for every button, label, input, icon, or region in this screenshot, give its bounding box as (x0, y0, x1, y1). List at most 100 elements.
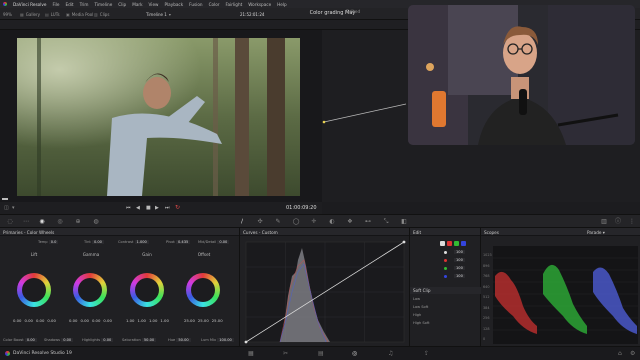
param-mid-detail-value[interactable]: 0.00 (217, 240, 230, 244)
param-contrast-value[interactable]: 1.000 (134, 240, 149, 244)
info-icon[interactable]: ⓘ (614, 218, 622, 226)
deliver-page-icon[interactable]: ⇪ (424, 350, 429, 357)
timeline-selector[interactable]: Timeline 1 ▾ (146, 10, 171, 18)
tracker-icon[interactable]: ✛ (310, 218, 318, 226)
skip-end-icon[interactable]: ⏭ (165, 205, 170, 211)
play-reverse-icon[interactable]: ◀ (136, 205, 140, 211)
param-hue[interactable]: Hue 50.00 (168, 338, 191, 342)
gain-b[interactable]: 1.00 (160, 318, 168, 323)
curve-point-low[interactable] (244, 340, 248, 344)
param-shadows[interactable]: Shadows 0.00 (44, 338, 74, 342)
tab-clips[interactable]: ▥ Clips (94, 10, 109, 18)
edit-row-g[interactable]: 100 (454, 266, 465, 270)
cut-page-icon[interactable]: ✂ (283, 350, 288, 357)
param-highlights[interactable]: Highlights 0.00 (82, 338, 114, 342)
edit-b-value[interactable]: 100 (454, 274, 465, 278)
gain-g[interactable]: 1.00 (149, 318, 157, 323)
offset-wheel[interactable] (186, 273, 220, 307)
lift-values[interactable]: 0.00 0.00 0.00 0.00 (13, 318, 56, 323)
gamma-y[interactable]: 0.00 (69, 318, 77, 323)
menu-timeline[interactable]: Timeline (94, 2, 112, 7)
hue-value[interactable]: 50.00 (176, 338, 191, 342)
color-warper-icon[interactable]: ✣ (256, 218, 264, 226)
hdr-tool-icon[interactable]: ◎ (56, 218, 64, 226)
window-tool-icon[interactable]: ◯ (292, 218, 300, 226)
param-color-boost[interactable]: Color Boost 0.00 (3, 338, 37, 342)
motion-effects-icon[interactable]: ◍ (92, 218, 100, 226)
param-temp[interactable]: Temp 0.0 (38, 240, 59, 244)
highlights-value[interactable]: 0.00 (101, 338, 114, 342)
menu-color[interactable]: Color (209, 2, 220, 7)
tab-luts[interactable]: ▤ LUTs (45, 10, 60, 18)
menu-view[interactable]: View (149, 2, 159, 7)
edit-y-toggle[interactable] (440, 241, 445, 246)
edit-row-r[interactable]: 100 (454, 258, 465, 262)
menu-clip[interactable]: Clip (118, 2, 126, 7)
color-boost-value[interactable]: 0.00 (24, 338, 37, 342)
soft-clip-high-soft[interactable]: High Soft (413, 321, 430, 325)
param-pivot[interactable]: Pivot 0.435 (166, 240, 191, 244)
node-input-dot[interactable] (322, 120, 326, 124)
skip-start-icon[interactable]: ⏮ (126, 205, 131, 211)
primaries-tool-icon[interactable]: ◉ (38, 218, 46, 226)
saturation-value[interactable]: 50.00 (141, 338, 157, 342)
param-lum-mix[interactable]: Lum Mix 100.00 (201, 338, 234, 342)
edit-g-value[interactable]: 100 (454, 266, 465, 270)
offset-b[interactable]: 25.00 (212, 318, 223, 323)
playhead-marker[interactable] (2, 198, 8, 200)
menu-playback[interactable]: Playback (164, 2, 183, 7)
soft-clip-low[interactable]: Low (413, 297, 420, 301)
magic-mask-icon[interactable]: ◐ (328, 218, 336, 226)
key-icon[interactable]: ⊷ (364, 218, 372, 226)
qualifier-icon[interactable]: ✎ (274, 218, 282, 226)
soft-clip-high[interactable]: High (413, 313, 421, 317)
stop-icon[interactable]: ■ (146, 205, 151, 211)
gain-values[interactable]: 1.00 1.00 1.00 1.00 (126, 318, 169, 323)
zoom-control[interactable]: 99% (3, 10, 12, 18)
edit-row-b[interactable]: 100 (454, 274, 465, 278)
lift-g[interactable]: 0.00 (36, 318, 44, 323)
media-page-icon[interactable]: ▦ (248, 350, 254, 357)
gain-r[interactable]: 1.00 (137, 318, 145, 323)
sizing-icon[interactable]: ⤡ (382, 218, 390, 226)
menu-trim[interactable]: Trim (80, 2, 89, 7)
lift-y[interactable]: 0.00 (13, 318, 21, 323)
gamma-values[interactable]: 0.00 0.00 0.00 0.00 (69, 318, 112, 323)
shadows-value[interactable]: 0.00 (61, 338, 74, 342)
menu-file[interactable]: File (52, 2, 59, 7)
lift-r[interactable]: 0.00 (24, 318, 32, 323)
param-contrast[interactable]: Contrast 1.000 (118, 240, 149, 244)
gamma-g[interactable]: 0.00 (92, 318, 100, 323)
soft-clip-low-soft[interactable]: Low Soft (413, 305, 428, 309)
tab-gallery[interactable]: ▦ Gallery (20, 10, 40, 18)
menu-mark[interactable]: Mark (132, 2, 142, 7)
blur-icon[interactable]: ❖ (346, 218, 354, 226)
stereo-icon[interactable]: ◧ (400, 218, 408, 226)
lift-b[interactable]: 0.00 (47, 318, 55, 323)
edit-g-toggle[interactable] (454, 241, 459, 246)
settings-gear-icon[interactable]: ⚙ (630, 350, 635, 357)
menu-fairlight[interactable]: Fairlight (226, 2, 243, 7)
param-mid-detail[interactable]: Mid/Detail 0.00 (198, 240, 230, 244)
menu-fusion[interactable]: Fusion (189, 2, 202, 7)
tab-media-pool[interactable]: ▣ Media Pool (66, 10, 93, 18)
edit-b-toggle[interactable] (461, 241, 466, 246)
edit-page-icon[interactable]: ▤ (318, 350, 324, 357)
scope-toggle-icon[interactable]: ▥ (600, 218, 608, 226)
edit-r-toggle[interactable] (447, 241, 452, 246)
edit-r-value[interactable]: 100 (454, 258, 465, 262)
gain-wheel[interactable] (130, 273, 164, 307)
curve-point-high[interactable] (402, 240, 406, 244)
color-page-icon[interactable]: ◎ (352, 350, 357, 357)
curves-tool-icon[interactable]: ∕ (238, 218, 246, 226)
param-saturation[interactable]: Saturation 50.00 (122, 338, 157, 342)
scope-mode-select[interactable]: Parade ▾ (587, 230, 605, 235)
lift-wheel[interactable] (17, 273, 51, 307)
loop-icon[interactable]: ↻ (175, 204, 180, 211)
gain-y[interactable]: 1.00 (126, 318, 134, 323)
fairlight-page-icon[interactable]: ♫ (388, 350, 393, 357)
offset-r[interactable]: 25.00 (184, 318, 195, 323)
param-temp-value[interactable]: 0.0 (48, 240, 59, 244)
offset-values[interactable]: 25.00 25.00 25.00 (184, 318, 223, 323)
edit-row-y[interactable]: 100 (454, 250, 465, 254)
